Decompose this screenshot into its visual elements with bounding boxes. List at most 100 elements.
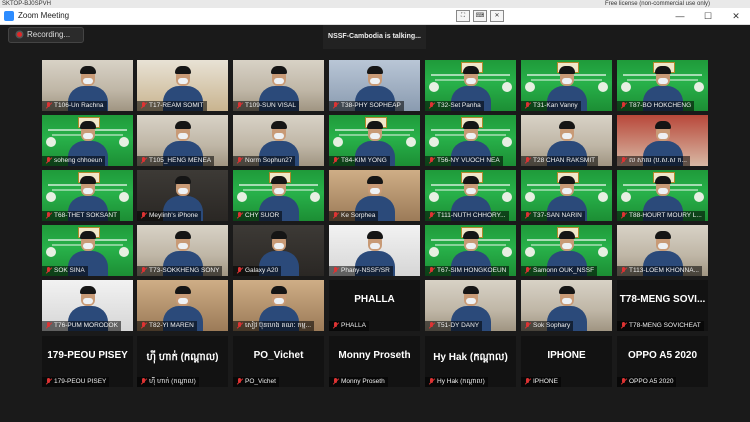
participant-tile[interactable]: សៀវ ប៊ុនហេង គណៈ កម្ម... (233, 280, 324, 331)
participant-hair (462, 176, 479, 184)
mic-muted-icon (619, 377, 628, 386)
participant-name: Samonn OUK_NSSF (533, 267, 595, 274)
background-graphic (429, 192, 439, 202)
participant-tile[interactable]: T37-SAN NARIN (521, 170, 612, 221)
mic-muted-icon (44, 211, 53, 220)
participant-tile[interactable]: T82-YI MAREN (137, 280, 228, 331)
participant-tile[interactable]: Samonn OUK_NSSF (521, 225, 612, 276)
participant-tile[interactable]: T109-SUN VISAL (233, 60, 324, 111)
participant-name: T78-MENG SOVICHEAT (629, 322, 701, 329)
participant-hair (79, 176, 96, 184)
participant-name-label: T73-SOKKHENG SONY (137, 266, 223, 276)
participant-tile[interactable]: T84-KIM YONG (329, 115, 420, 166)
participant-tile[interactable]: Phany-NSSF/SR (329, 225, 420, 276)
keyboard-icon[interactable]: ⌨ (473, 10, 487, 22)
mic-muted-icon (139, 101, 148, 110)
participant-tile[interactable]: Monny Proseth Monny Proseth (329, 336, 420, 387)
participant-tile[interactable]: T32-Set Panha (425, 60, 516, 111)
participant-tile[interactable]: T38-PHY SOPHEAP (329, 60, 420, 111)
participant-tile[interactable]: T17-REAM SOMIT (137, 60, 228, 111)
participant-name: Sok Sophary (533, 322, 571, 329)
minimize-button[interactable]: — (666, 8, 694, 24)
participant-display-name: Hy Hak (កណ្ដាល) (433, 352, 508, 363)
participant-tile[interactable]: Ke Sorphea (329, 170, 420, 221)
participant-name: T82-YI MAREN (149, 322, 194, 329)
participant-name: T28 CHAN RAKSMIT (533, 157, 596, 164)
participant-tile[interactable]: T106-Un Rachna (42, 60, 133, 111)
remote-toolbar: ⛶ ⌨ ✕ (456, 10, 504, 22)
mic-muted-icon (235, 101, 244, 110)
participant-display-name: 179-PEOU PISEY (47, 350, 128, 361)
participant-tile[interactable]: Meylinh's iPhone (137, 170, 228, 221)
participant-tile[interactable]: T73-SOKKHENG SONY (137, 225, 228, 276)
participant-tile[interactable]: PO_Vichet PO_Vichet (233, 336, 324, 387)
participant-tile[interactable]: ល សាគរ (ប.ស.ស ក... (617, 115, 708, 166)
participant-name-label: T88-HOURT MOURY L... (617, 211, 705, 221)
participant-name-label: T68-THET SOKSANT (42, 211, 121, 221)
recording-indicator[interactable]: Recording... (8, 27, 84, 43)
maximize-button[interactable]: ☐ (694, 8, 722, 24)
participant-tile[interactable]: IPHONE IPHONE (521, 336, 612, 387)
participant-tile[interactable]: OPPO A5 2020 OPPO A5 2020 (617, 336, 708, 387)
participant-name: T87-BO HOKCHENG (629, 102, 692, 109)
participant-name: T109-SUN VISAL (245, 102, 296, 109)
mic-muted-icon (331, 377, 340, 386)
participant-tile[interactable]: PHALLA PHALLA (329, 280, 420, 331)
participant-tile[interactable]: Norm Sophun27 (233, 115, 324, 166)
participant-tile[interactable]: T113-LOEM KHONNA... (617, 225, 708, 276)
window-title: Zoom Meeting (18, 11, 70, 20)
participant-tile[interactable]: T76-PUM MORODOK (42, 280, 133, 331)
participant-name-label: T106-Un Rachna (42, 101, 107, 111)
participant-name-label: IPHONE (521, 377, 561, 387)
participant-name: ហ៊ី ហាក់ (កណ្ដាល) (149, 378, 196, 385)
participant-name-label: T56-NY VUOCH NEA (425, 156, 503, 166)
participant-tile[interactable]: SOK SINA (42, 225, 133, 276)
participant-hair (654, 66, 671, 74)
close-icon[interactable]: ✕ (490, 10, 504, 22)
participant-hair (174, 286, 191, 294)
mic-muted-icon (235, 156, 244, 165)
participant-name: SOK SINA (54, 267, 85, 274)
participant-name: Galaxy A20 (245, 267, 279, 274)
mic-muted-icon (619, 321, 628, 330)
host-top-strip: SKTOP-BJ0SPVH Free license (non-commerci… (0, 0, 750, 8)
participant-tile[interactable]: T78-MENG SOVI... T78-MENG SOVICHEAT (617, 280, 708, 331)
close-button[interactable]: ✕ (722, 8, 750, 24)
participant-tile[interactable]: T28 CHAN RAKSMIT (521, 115, 612, 166)
participant-name: T76-PUM MORODOK (54, 322, 118, 329)
participant-hair (270, 121, 287, 129)
mic-muted-icon (139, 156, 148, 165)
participant-tile[interactable]: CHY SUOR (233, 170, 324, 221)
active-speaker-banner: NSSF-Cambodia is talking... (323, 25, 426, 49)
participant-tile[interactable]: T51-DY DANY (425, 280, 516, 331)
participant-tile[interactable]: 179-PEOU PISEY 179-PEOU PISEY (42, 336, 133, 387)
participant-tile[interactable]: T111-NUTH CHHORY... (425, 170, 516, 221)
participant-name-label: T111-NUTH CHHORY... (425, 211, 509, 221)
participant-name-label: T78-MENG SOVICHEAT (617, 321, 704, 331)
participant-tile[interactable]: T56-NY VUOCH NEA (425, 115, 516, 166)
zoom-app-icon (4, 11, 14, 21)
participant-hair (174, 66, 191, 74)
participant-hair (558, 121, 575, 129)
participant-tile[interactable]: soheng chhoeun (42, 115, 133, 166)
participant-tile[interactable]: T67-SIM HONGKOEUN (425, 225, 516, 276)
participant-hair (174, 231, 191, 239)
mic-muted-icon (619, 101, 628, 110)
participant-tile[interactable]: T105_HENG MENEA (137, 115, 228, 166)
participant-tile[interactable]: ហ៊ី ហាក់ (កណ្ដាល) ហ៊ី ហាក់ (កណ្ដាល) (137, 336, 228, 387)
participant-tile[interactable]: T31-Kan Vanny (521, 60, 612, 111)
participant-name-label: Monny Proseth (329, 377, 388, 387)
participant-tile[interactable]: Galaxy A20 (233, 225, 324, 276)
participant-tile[interactable]: T87-BO HOKCHENG (617, 60, 708, 111)
participant-name: T32-Set Panha (437, 102, 481, 109)
fullscreen-icon[interactable]: ⛶ (456, 10, 470, 22)
participant-tile[interactable]: T68-THET SOKSANT (42, 170, 133, 221)
participant-name: IPHONE (533, 378, 558, 385)
participant-tile[interactable]: Hy Hak (កណ្ដាល) Hy Hak (កណ្ដាល) (425, 336, 516, 387)
participant-tile[interactable]: Sok Sophary (521, 280, 612, 331)
participant-hair (366, 121, 383, 129)
participant-name: T37-SAN NARIN (533, 212, 582, 219)
participant-display-name: ហ៊ី ហាក់ (កណ្ដាល) (146, 352, 219, 363)
mic-muted-icon (44, 156, 53, 165)
participant-tile[interactable]: T88-HOURT MOURY L... (617, 170, 708, 221)
